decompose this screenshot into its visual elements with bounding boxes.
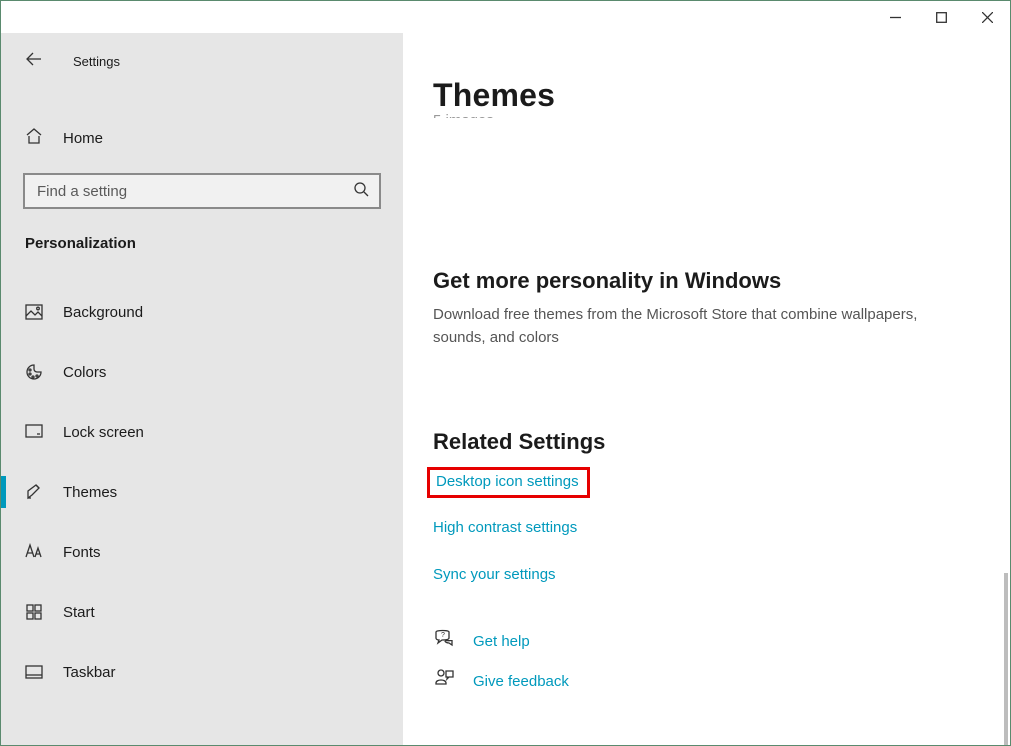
give-feedback-row[interactable]: Give feedback xyxy=(433,668,982,694)
nav-item-label: Colors xyxy=(63,364,106,381)
scrollbar[interactable] xyxy=(1004,573,1008,745)
search-field[interactable] xyxy=(35,182,353,201)
nav-item-taskbar[interactable]: Taskbar xyxy=(1,642,403,702)
get-help-link[interactable]: Get help xyxy=(473,633,530,650)
nav-item-fonts[interactable]: Fonts xyxy=(1,522,403,582)
svg-text:?: ? xyxy=(441,632,445,639)
taskbar-icon xyxy=(25,663,43,681)
nav-item-label: Fonts xyxy=(63,544,101,561)
nav-item-label: Lock screen xyxy=(63,424,144,441)
lock-screen-icon xyxy=(25,423,43,441)
get-more-title: Get more personality in Windows xyxy=(433,268,982,294)
background-icon xyxy=(25,303,43,321)
search-input[interactable] xyxy=(23,173,381,209)
get-help-icon: ? xyxy=(433,628,455,654)
nav-item-label: Themes xyxy=(63,484,117,501)
close-icon xyxy=(982,12,993,23)
nav-item-themes[interactable]: Themes xyxy=(1,462,403,522)
app-title: Settings xyxy=(73,54,120,69)
nav-item-label: Taskbar xyxy=(63,664,116,681)
maximize-button[interactable] xyxy=(918,1,964,33)
titlebar xyxy=(1,1,1010,33)
give-feedback-icon xyxy=(433,668,455,694)
link-desktop-icon-settings[interactable]: Desktop icon settings xyxy=(436,474,579,489)
page-title: Themes xyxy=(433,77,982,114)
nav-item-lock-screen[interactable]: Lock screen xyxy=(1,402,403,462)
nav-item-start[interactable]: Start xyxy=(1,582,403,642)
nav-item-label: Start xyxy=(63,604,95,621)
nav-item-colors[interactable]: Colors xyxy=(1,342,403,402)
settings-window: Settings Home Personalization xyxy=(0,0,1011,746)
start-icon xyxy=(25,603,43,621)
home-button[interactable]: Home xyxy=(1,117,403,159)
fonts-icon xyxy=(25,543,43,561)
themes-icon xyxy=(25,483,43,501)
nav-item-background[interactable]: Background xyxy=(1,282,403,342)
get-help-row[interactable]: ? Get help xyxy=(433,628,982,654)
link-high-contrast-settings[interactable]: High contrast settings xyxy=(433,520,577,535)
home-label: Home xyxy=(63,130,103,147)
home-icon xyxy=(25,127,43,149)
close-button[interactable] xyxy=(964,1,1010,33)
minimize-button[interactable] xyxy=(872,1,918,33)
main-pane: Themes 5 images Get more personality in … xyxy=(403,33,1010,745)
category-heading: Personalization xyxy=(1,209,403,252)
back-button[interactable] xyxy=(25,50,43,72)
maximize-icon xyxy=(936,12,947,23)
nav-item-label: Background xyxy=(63,304,143,321)
colors-icon xyxy=(25,363,43,381)
link-sync-your-settings[interactable]: Sync your settings xyxy=(433,567,556,582)
back-arrow-icon xyxy=(25,50,43,68)
highlight-box: Desktop icon settings xyxy=(427,467,590,498)
minimize-icon xyxy=(890,12,901,23)
related-settings-title: Related Settings xyxy=(433,429,982,455)
sidebar: Settings Home Personalization xyxy=(1,33,403,745)
nav-list: Background Colors Lock screen xyxy=(1,282,403,702)
search-icon xyxy=(353,181,369,201)
get-more-desc: Download free themes from the Microsoft … xyxy=(433,304,953,349)
give-feedback-link[interactable]: Give feedback xyxy=(473,673,569,690)
